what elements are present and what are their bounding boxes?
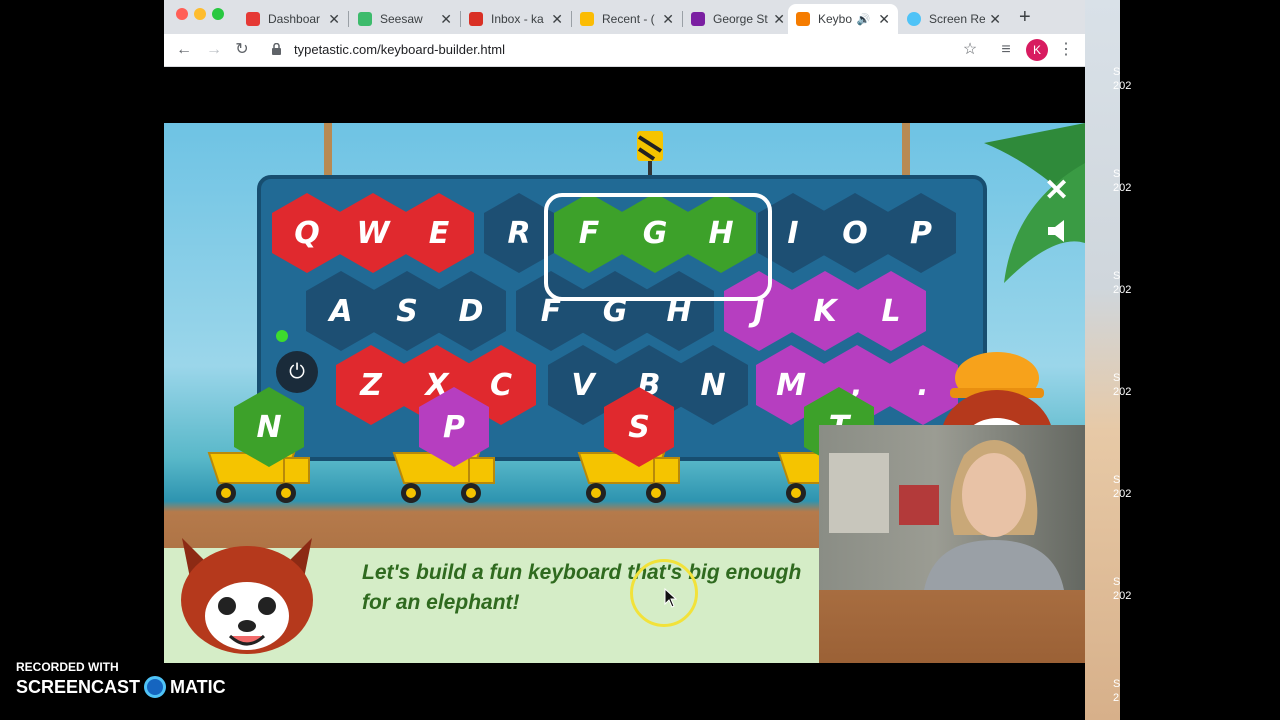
tab-keyboard-builder[interactable]: Keybo 🔊 ✕ [788, 4, 898, 34]
close-icon[interactable]: ✕ [773, 11, 785, 28]
close-icon[interactable]: ✕ [989, 11, 1001, 28]
desktop-file-label[interactable]: 2 [1113, 692, 1119, 705]
media-icon[interactable]: ≡ [994, 38, 1018, 62]
tab-title: George St [713, 12, 768, 26]
screencast-logo-icon [144, 676, 167, 698]
maximize-window-button[interactable] [212, 8, 224, 20]
close-icon[interactable]: ✕ [662, 11, 674, 28]
webcam-overlay [819, 425, 1085, 590]
close-window-button[interactable] [176, 8, 188, 20]
close-icon[interactable]: ✕ [328, 11, 340, 28]
back-icon[interactable]: ← [172, 38, 196, 62]
typetastic-icon [796, 12, 810, 26]
forward-icon[interactable]: → [202, 38, 226, 62]
desktop-file-label[interactable]: S [1113, 270, 1120, 283]
close-game-button[interactable]: ✕ [1044, 173, 1069, 208]
tab-favicon-icon [246, 12, 260, 26]
tab-title: Keybo [818, 12, 853, 26]
tab-title: Seesaw [380, 12, 423, 26]
drive-icon [580, 12, 594, 26]
tab-separator [348, 11, 349, 27]
menu-icon[interactable]: ⋮ [1054, 38, 1078, 62]
webcam-person [924, 440, 1064, 590]
red-panda-avatar [181, 538, 313, 654]
url-text: typetastic.com/keyboard-builder.html [294, 42, 505, 57]
gmail-icon [469, 12, 483, 26]
desktop-file-label[interactable]: 202 [1113, 284, 1131, 297]
dialog-message: Let's build a fun keyboard that's big en… [362, 561, 802, 614]
desktop-file-label[interactable]: 202 [1113, 590, 1131, 603]
dump-truck: S [574, 387, 684, 503]
desktop-file-label[interactable]: 202 [1113, 488, 1131, 501]
desktop-black-area [1120, 0, 1280, 720]
tab-title: Screen Re [929, 12, 986, 26]
star-icon[interactable]: ☆ [958, 38, 982, 62]
tab-seesaw[interactable]: Seesaw ✕ [350, 4, 460, 34]
dump-truck: P [389, 387, 499, 503]
tab-screen-recorder[interactable]: Screen Re ✕ [899, 4, 1009, 34]
tab-favicon-icon [358, 12, 372, 26]
desktop-file-label[interactable]: S [1113, 168, 1120, 181]
close-icon[interactable]: ✕ [440, 11, 452, 28]
lock-icon [272, 42, 281, 55]
tab-favicon-icon [691, 12, 705, 26]
cursor-icon [664, 588, 678, 608]
minimize-window-button[interactable] [194, 8, 206, 20]
sound-icon[interactable] [1044, 218, 1076, 244]
close-icon[interactable]: ✕ [551, 11, 563, 28]
watermark-caption: RECORDED WITH [16, 660, 119, 674]
desktop-file-label[interactable]: S [1113, 372, 1120, 385]
rope-left [324, 123, 332, 178]
tab-favicon-icon [907, 12, 921, 26]
watermark-brand-left: SCREENCAST [16, 676, 141, 697]
browser-toolbar: ← → ↻ typetastic.com/keyboard-builder.ht… [164, 34, 1085, 67]
power-button[interactable]: ⏻ [276, 351, 318, 393]
profile-avatar[interactable]: K [1026, 39, 1048, 61]
tab-title: Dashboar [268, 12, 321, 26]
browser-window: Dashboar ✕ Seesaw ✕ Inbox - ka ✕ Recent … [164, 0, 1085, 720]
desktop-file-label[interactable]: S [1113, 678, 1120, 691]
tab-george[interactable]: George St ✕ [683, 4, 793, 34]
tab-title: Inbox - ka [491, 12, 544, 26]
webcam-shelf [829, 453, 889, 533]
desktop-file-label[interactable]: 202 [1113, 182, 1131, 195]
new-tab-button[interactable]: + [1019, 6, 1031, 29]
speaker-icon: 🔊 [856, 13, 871, 26]
watermark-brand-right: MATIC [170, 676, 226, 697]
desktop-file-label[interactable]: 202 [1113, 386, 1131, 399]
desktop-file-label[interactable]: S [1113, 576, 1120, 589]
desktop-file-label[interactable]: 202 [1113, 80, 1131, 93]
desktop-file-label[interactable]: S [1113, 66, 1120, 79]
rope-right [902, 123, 910, 178]
close-icon[interactable]: ✕ [878, 11, 890, 28]
dialog-box: Let's build a fun keyboard that's big en… [164, 538, 819, 663]
tab-dashboard[interactable]: Dashboar ✕ [238, 4, 348, 34]
desktop-wallpaper-strip [1085, 0, 1120, 720]
screencast-watermark: RECORDED WITH SCREENCAST MATIC [16, 660, 226, 698]
status-led [276, 330, 288, 342]
desktop-file-label[interactable]: S [1113, 474, 1120, 487]
tab-title: Recent - ( [602, 12, 655, 26]
address-bar[interactable]: typetastic.com/keyboard-builder.html [264, 34, 974, 64]
tab-inbox[interactable]: Inbox - ka ✕ [461, 4, 571, 34]
dump-truck: N [204, 387, 314, 503]
reload-icon[interactable]: ↻ [230, 38, 254, 62]
tab-bar: Dashboar ✕ Seesaw ✕ Inbox - ka ✕ Recent … [164, 0, 1085, 34]
tab-recent[interactable]: Recent - ( ✕ [572, 4, 682, 34]
